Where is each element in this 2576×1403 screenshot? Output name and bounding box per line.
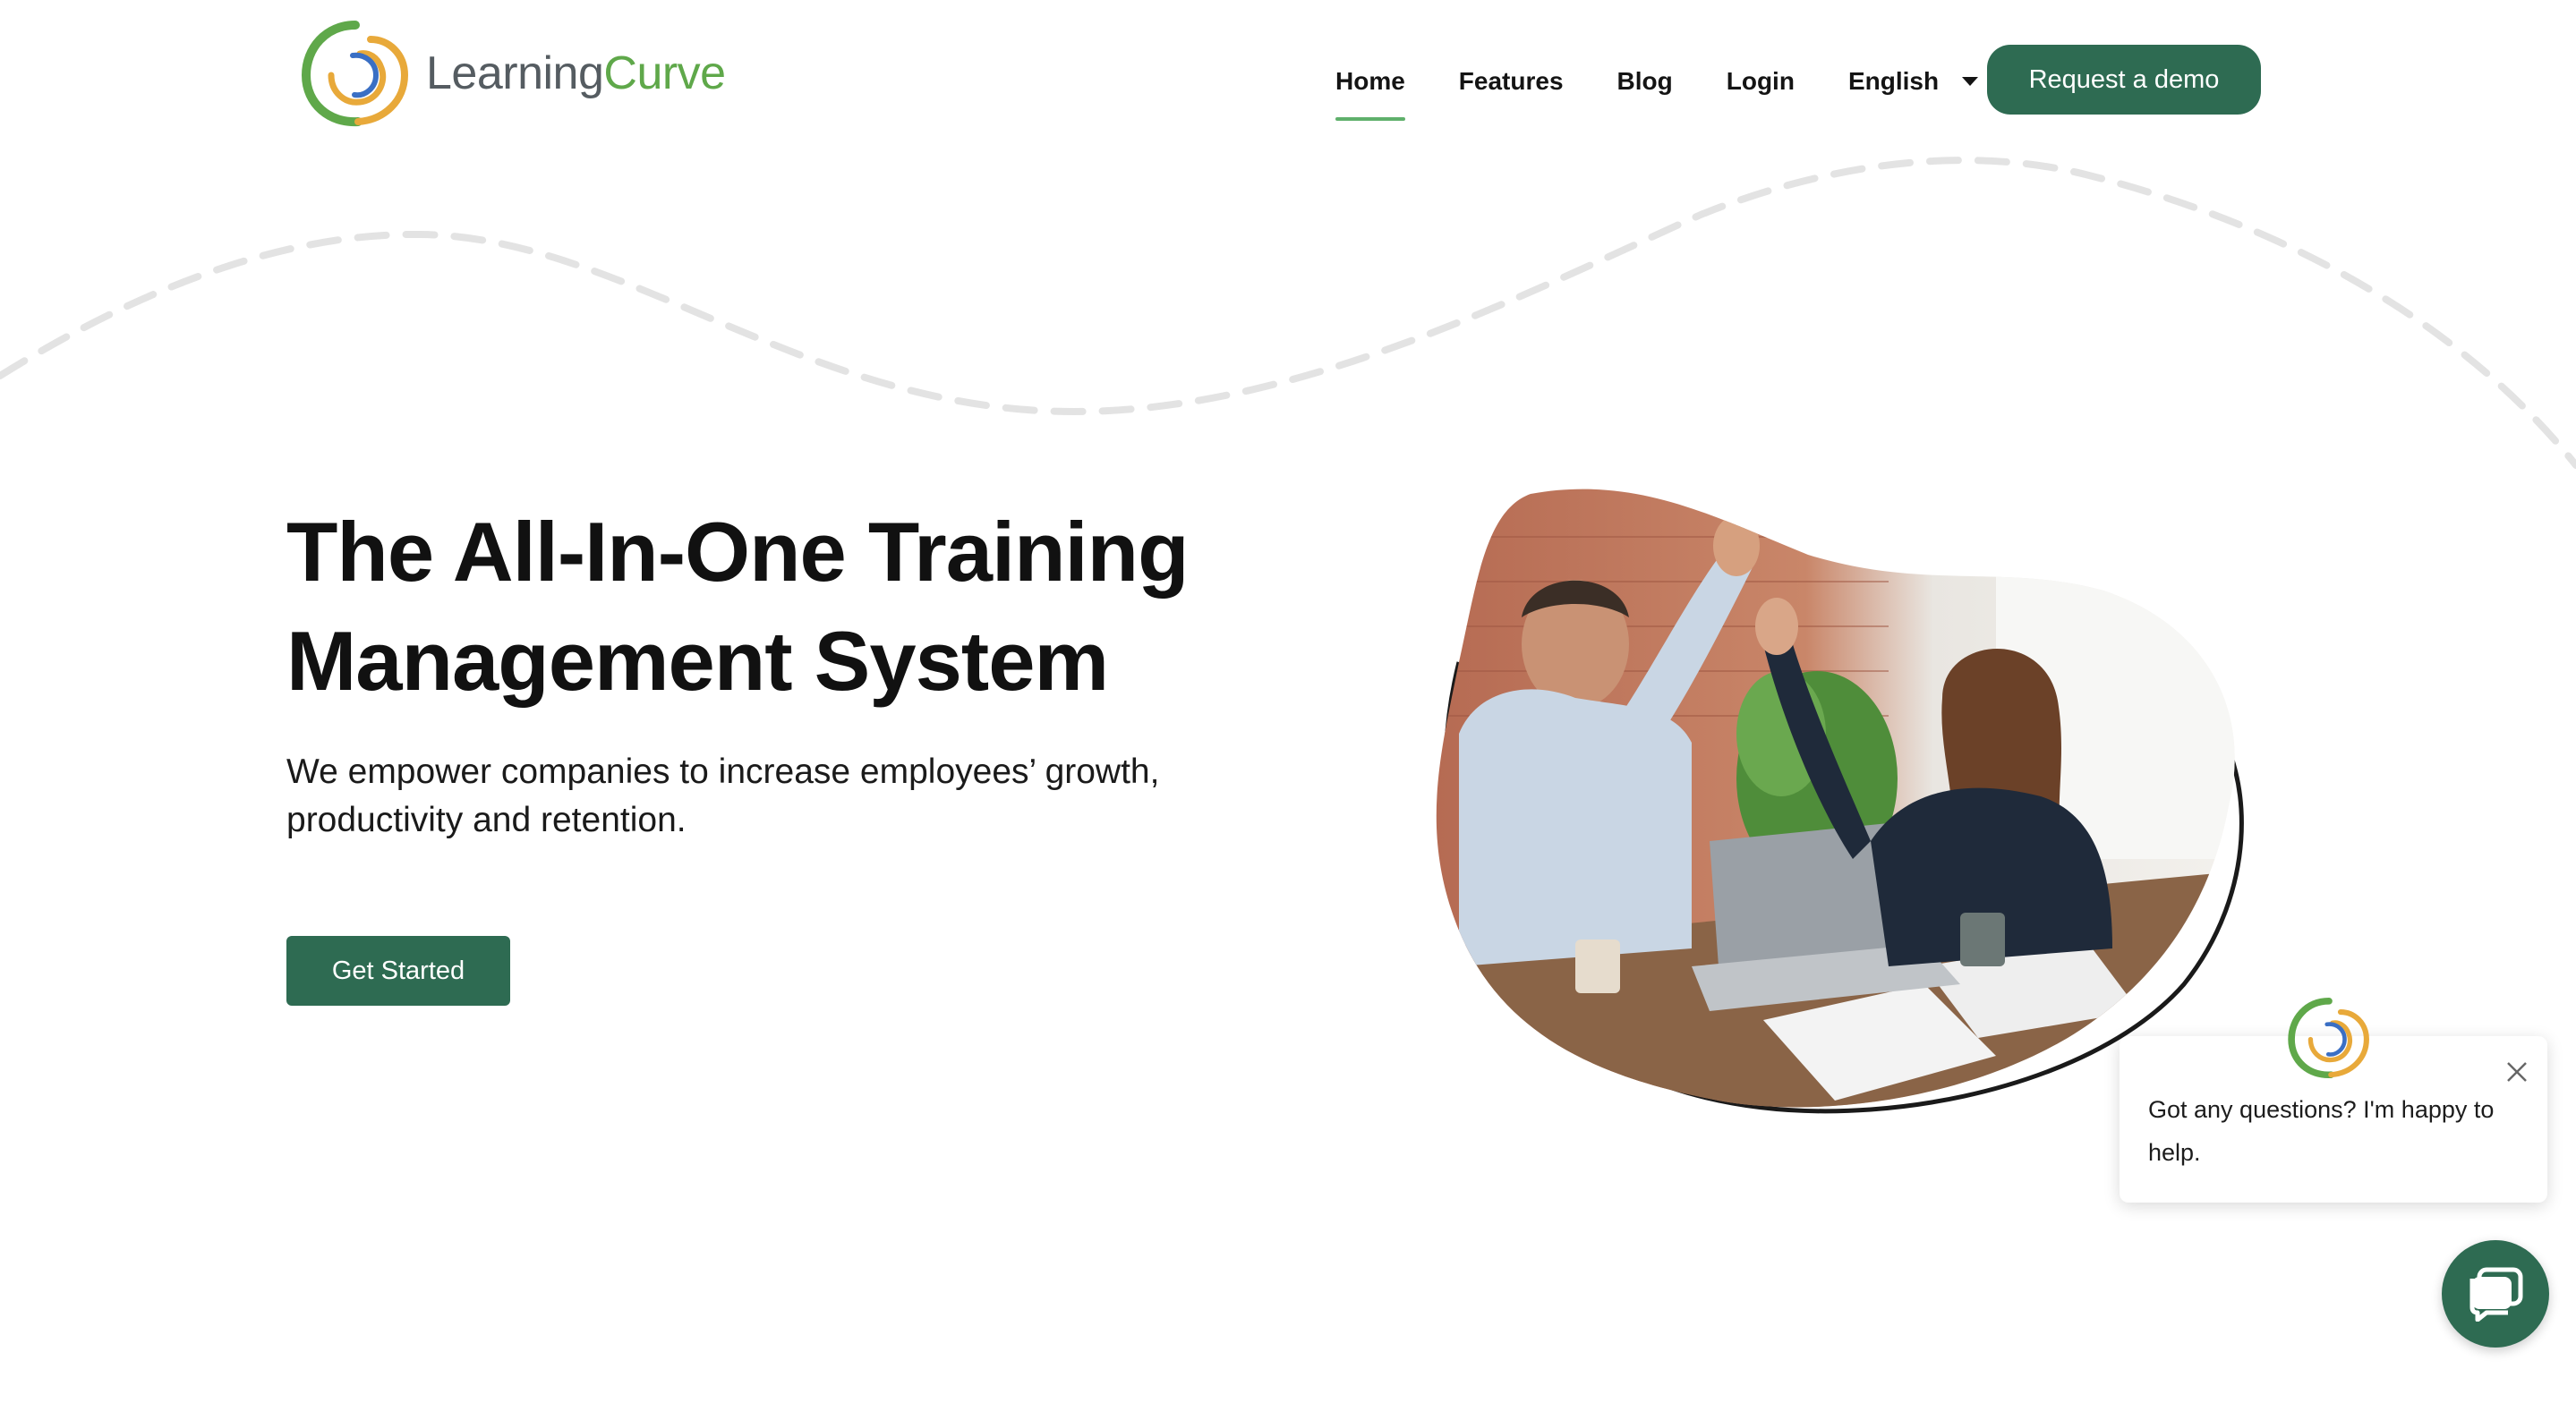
chat-avatar-logo-icon (2288, 998, 2369, 1078)
chat-launcher-button[interactable] (2442, 1240, 2549, 1348)
hero-subtitle: We empower companies to increase employe… (286, 748, 1253, 845)
brand-name: LearningCurve (426, 47, 726, 99)
chat-icon (2469, 1267, 2523, 1322)
chat-message: Got any questions? I'm happy to help. (2148, 1096, 2495, 1166)
hero-photo (1436, 489, 2244, 1114)
hero-title-line-1: The All-In-One Training (286, 505, 1190, 599)
close-icon[interactable] (2504, 1059, 2529, 1084)
nav-features[interactable]: Features (1459, 67, 1564, 96)
hero-subtitle-line-2: productivity and retention. (286, 801, 687, 839)
nav-login[interactable]: Login (1727, 67, 1795, 96)
hero-title: The All-In-One Training Management Syste… (286, 497, 1271, 716)
request-demo-button[interactable]: Request a demo (1987, 45, 2261, 115)
nav-home[interactable]: Home (1335, 67, 1405, 121)
caret-down-icon (1962, 77, 1979, 86)
spiral-logo-icon (301, 21, 409, 127)
get-started-button[interactable]: Get Started (286, 936, 510, 1006)
hero-title-line-2: Management System (286, 614, 1109, 708)
language-selector[interactable]: English (1847, 67, 1979, 96)
main-nav: Home Features Blog Login English (1335, 59, 2032, 121)
brand-logo[interactable]: LearningCurve (299, 18, 726, 129)
hero-subtitle-line-1: We empower companies to increase employe… (286, 753, 1160, 791)
nav-blog[interactable]: Blog (1617, 67, 1673, 96)
language-label: English (1847, 67, 1940, 95)
